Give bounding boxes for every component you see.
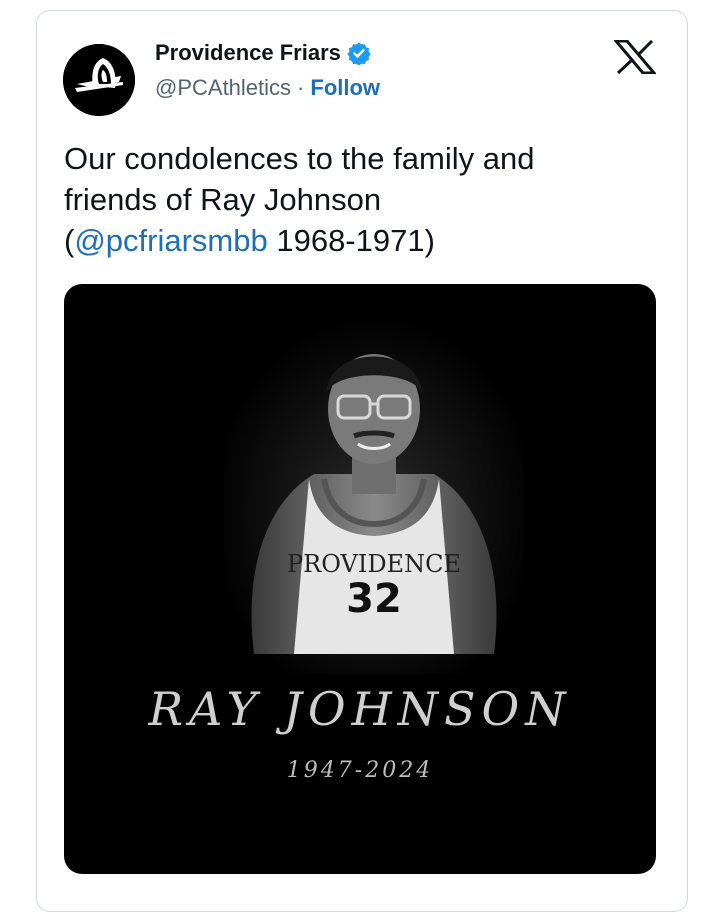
tweet-text-line-3: (@pcfriarsmbb 1968-1971): [64, 220, 664, 261]
tweet-text: Our condolences to the family and friend…: [64, 138, 664, 261]
memorial-name: RAY JOHNSON: [148, 682, 572, 736]
player-photo: PROVIDENCE 32: [224, 314, 524, 674]
tweet-text-tail: 1968-1971): [267, 223, 435, 258]
open-paren: (: [64, 223, 75, 258]
handle-row: @PCAthletics · Follow: [155, 75, 380, 101]
verified-badge-icon: [347, 42, 371, 65]
mention-link[interactable]: @pcfriarsmbb: [74, 223, 267, 258]
separator: ·: [297, 75, 305, 100]
name-row: Providence Friars: [155, 40, 371, 66]
follow-button[interactable]: Follow: [310, 75, 380, 101]
jersey-text: PROVIDENCE: [287, 550, 461, 578]
tweet-text-line-2: friends of Ray Johnson: [64, 182, 382, 217]
x-logo-icon[interactable]: [614, 40, 656, 74]
jersey-number: 32: [346, 576, 402, 622]
friar-logo-icon: [63, 44, 135, 116]
tweet-media[interactable]: PROVIDENCE 32 RAY JOHNSON 1947-2024: [64, 284, 656, 874]
memorial-years: 1947-2024: [286, 758, 434, 783]
tweet-text-line-1: Our condolences to the family and: [64, 141, 535, 176]
avatar[interactable]: [63, 44, 135, 116]
display-name[interactable]: Providence Friars: [155, 40, 341, 66]
handle[interactable]: @PCAthletics: [155, 75, 291, 101]
